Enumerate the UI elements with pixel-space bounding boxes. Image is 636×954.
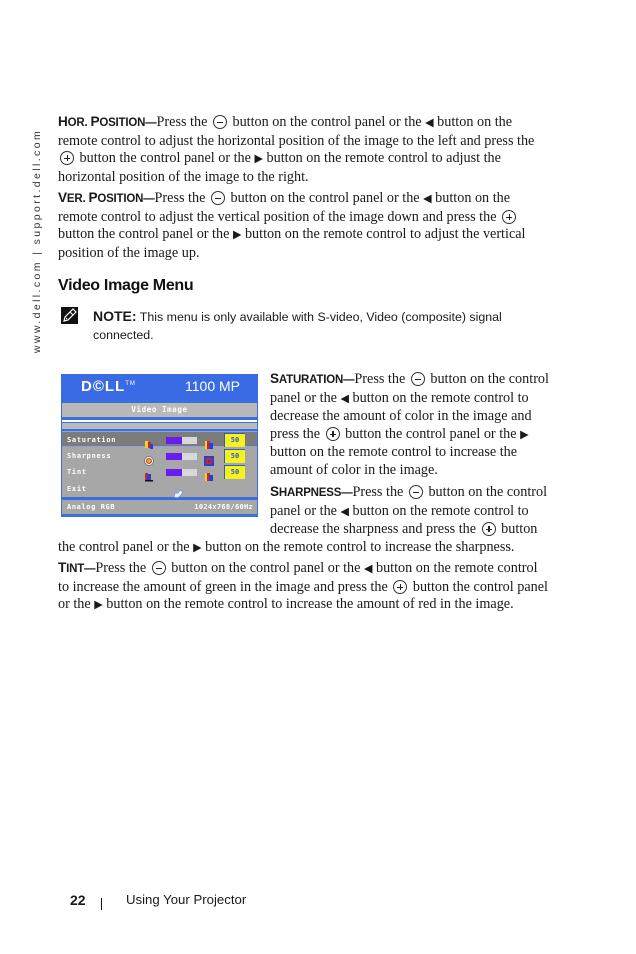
osd-float-spacer [58, 483, 270, 536]
sharpness-slider[interactable] [166, 453, 197, 460]
minus-button-icon [210, 191, 225, 205]
plus-button-icon [325, 426, 340, 441]
osd-model: 1100 MP [185, 378, 240, 394]
saturation-high-icon [204, 435, 214, 449]
ver-position-term: VER. POSITION— [58, 190, 155, 205]
sharpness-term: SHARPNESS— [270, 484, 353, 499]
osd-menu-title: Video Image [62, 403, 257, 417]
tint-slider[interactable] [166, 469, 197, 476]
minus-button-icon [408, 485, 423, 499]
plus-button-icon [393, 579, 408, 594]
tint-green-icon [144, 467, 154, 482]
dell-logo: D©LLTM [81, 378, 136, 395]
osd-header: D©LLTM 1100 MP [61, 374, 258, 399]
right-arrow-icon: ▶ [520, 428, 529, 442]
minus-button-icon [212, 115, 227, 129]
osd-row-label: Saturation [67, 436, 117, 444]
left-arrow-icon: ◀ [423, 192, 432, 206]
side-url-banner: www.dell.com | support.dell.com [27, 108, 47, 373]
saturation-low-icon [144, 435, 154, 449]
sharpness-high-icon [204, 451, 214, 466]
chapter-title: Using Your Projector [126, 892, 247, 907]
left-arrow-icon: ◀ [363, 562, 373, 576]
hor-position-term: HOR. POSITION— [58, 114, 157, 129]
saturation-value: 50 [224, 433, 245, 447]
right-arrow-icon: ▶ [232, 228, 242, 242]
hor-position-paragraph: HOR. POSITION—Press the button on the co… [58, 114, 535, 185]
osd-row-label: Sharpness [67, 452, 112, 460]
minus-button-icon [151, 561, 166, 575]
osd-row-label: Tint [67, 468, 87, 476]
right-arrow-icon: ▶ [94, 598, 103, 612]
osd-divider [62, 420, 257, 422]
footer-separator [101, 898, 102, 910]
tint-paragraph: TINT—Press the button on the control pan… [58, 559, 548, 615]
tint-red-icon [204, 467, 214, 481]
osd-row-sharpness[interactable]: Sharpness 50 [62, 448, 257, 466]
osd-row-saturation[interactable]: Saturation 50 [62, 431, 257, 449]
left-arrow-icon: ◀ [340, 392, 349, 405]
right-arrow-icon: ▶ [254, 152, 263, 166]
left-arrow-icon: ◀ [340, 505, 349, 518]
saturation-term: SATURATION— [270, 371, 355, 386]
note-text: NOTE: This menu is only available with S… [93, 308, 502, 342]
osd-row-tint[interactable]: Tint 50 [62, 464, 257, 482]
osd-band [62, 423, 257, 429]
side-url-text: www.dell.com | support.dell.com [31, 128, 43, 353]
sharpness-paragraph: SHARPNESS—Press the button on the contro… [58, 483, 548, 557]
tint-term: TINT— [58, 560, 96, 575]
minus-button-icon [410, 372, 425, 386]
sharpness-value: 50 [224, 449, 245, 463]
sharpness-low-icon [144, 451, 154, 466]
plus-button-icon [502, 209, 517, 224]
left-arrow-icon: ◀ [425, 116, 434, 130]
page-number: 22 [70, 892, 86, 908]
tint-value: 50 [224, 465, 245, 479]
right-arrow-icon: ▶ [193, 541, 202, 555]
note-pencil-icon [61, 307, 78, 324]
saturation-paragraph: SATURATION—Press the button on the contr… [270, 371, 549, 478]
note-label: NOTE: [93, 308, 137, 324]
plus-button-icon [60, 151, 74, 166]
saturation-slider[interactable] [166, 437, 197, 444]
plus-button-icon [481, 522, 496, 537]
section-heading: Video Image Menu [58, 277, 194, 294]
ver-position-paragraph: VER. POSITION—Press the button on the co… [58, 190, 526, 261]
